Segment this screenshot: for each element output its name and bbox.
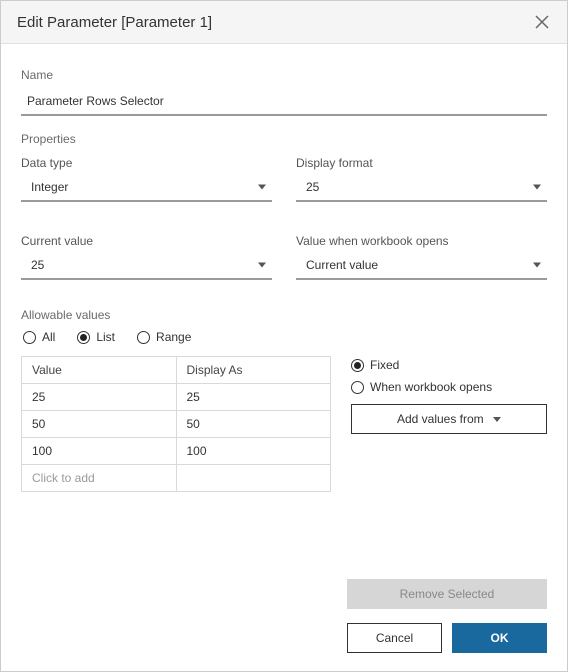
dialog-title: Edit Parameter [Parameter 1] bbox=[17, 14, 212, 31]
radio-list-label: List bbox=[96, 330, 115, 344]
dialog-footer: Remove Selected Cancel OK bbox=[1, 569, 567, 671]
allowable-label: Allowable values bbox=[21, 308, 547, 322]
load-mode-group: Fixed When workbook opens bbox=[351, 358, 547, 394]
chevron-down-icon bbox=[533, 263, 541, 268]
titlebar: Edit Parameter [Parameter 1] bbox=[1, 1, 567, 44]
chevron-down-icon bbox=[258, 185, 266, 190]
value-when-open-select[interactable]: Current value bbox=[296, 252, 547, 280]
value-when-open-value: Current value bbox=[306, 258, 378, 272]
remove-selected-button: Remove Selected bbox=[347, 579, 547, 609]
radio-when-open[interactable]: When workbook opens bbox=[351, 380, 547, 394]
cancel-button[interactable]: Cancel bbox=[347, 623, 442, 653]
close-icon[interactable] bbox=[533, 13, 551, 31]
add-values-from-button[interactable]: Add values from bbox=[351, 404, 547, 434]
radio-icon bbox=[351, 359, 364, 372]
radio-icon bbox=[137, 331, 150, 344]
radio-icon bbox=[77, 331, 90, 344]
values-table-wrap: Value Display As 25 25 50 50 bbox=[21, 356, 331, 492]
cell-value[interactable]: 50 bbox=[22, 411, 177, 438]
radio-all[interactable]: All bbox=[23, 330, 55, 344]
radio-icon bbox=[23, 331, 36, 344]
ok-button[interactable]: OK bbox=[452, 623, 547, 653]
dialog-body: Name Properties Data type Integer Displa… bbox=[1, 44, 567, 569]
cell-display[interactable]: 100 bbox=[176, 438, 331, 465]
cell-add[interactable]: Click to add bbox=[22, 465, 177, 492]
edit-parameter-dialog: Edit Parameter [Parameter 1] Name Proper… bbox=[0, 0, 568, 672]
display-format-value: 25 bbox=[306, 180, 319, 194]
radio-icon bbox=[351, 381, 364, 394]
cell-empty[interactable] bbox=[176, 465, 331, 492]
radio-fixed[interactable]: Fixed bbox=[351, 358, 547, 372]
radio-range[interactable]: Range bbox=[137, 330, 191, 344]
cell-display[interactable]: 25 bbox=[176, 384, 331, 411]
data-type-value: Integer bbox=[31, 180, 68, 194]
current-value-select[interactable]: 25 bbox=[21, 252, 272, 280]
value-when-open-label: Value when workbook opens bbox=[296, 234, 547, 248]
name-label: Name bbox=[21, 68, 547, 82]
values-table[interactable]: Value Display As 25 25 50 50 bbox=[21, 356, 331, 492]
add-values-from-label: Add values from bbox=[397, 412, 484, 426]
radio-list[interactable]: List bbox=[77, 330, 115, 344]
allowable-radio-group: All List Range bbox=[23, 330, 547, 344]
radio-when-open-label: When workbook opens bbox=[370, 380, 492, 394]
data-type-label: Data type bbox=[21, 156, 272, 170]
properties-label: Properties bbox=[21, 132, 547, 146]
col-value: Value bbox=[22, 357, 177, 384]
chevron-down-icon bbox=[533, 185, 541, 190]
col-display: Display As bbox=[176, 357, 331, 384]
cell-display[interactable]: 50 bbox=[176, 411, 331, 438]
display-format-select[interactable]: 25 bbox=[296, 174, 547, 202]
cell-value[interactable]: 25 bbox=[22, 384, 177, 411]
table-row[interactable]: 50 50 bbox=[22, 411, 331, 438]
cell-value[interactable]: 100 bbox=[22, 438, 177, 465]
table-row[interactable]: 100 100 bbox=[22, 438, 331, 465]
data-type-select[interactable]: Integer bbox=[21, 174, 272, 202]
table-row-add[interactable]: Click to add bbox=[22, 465, 331, 492]
radio-fixed-label: Fixed bbox=[370, 358, 399, 372]
chevron-down-icon bbox=[258, 263, 266, 268]
radio-all-label: All bbox=[42, 330, 55, 344]
table-row[interactable]: 25 25 bbox=[22, 384, 331, 411]
display-format-label: Display format bbox=[296, 156, 547, 170]
chevron-down-icon bbox=[493, 417, 501, 422]
radio-range-label: Range bbox=[156, 330, 191, 344]
current-value-value: 25 bbox=[31, 258, 44, 272]
current-value-label: Current value bbox=[21, 234, 272, 248]
name-input[interactable] bbox=[21, 88, 547, 116]
